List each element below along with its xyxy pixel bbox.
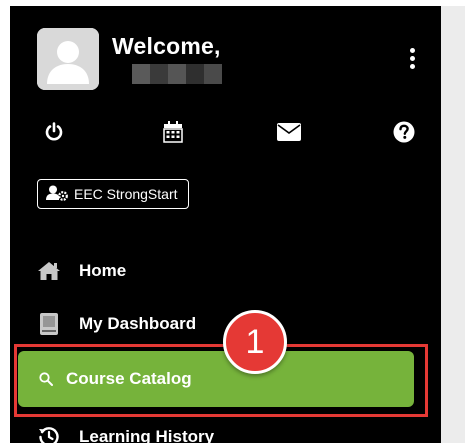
history-icon <box>35 426 63 443</box>
content-edge <box>441 6 465 443</box>
power-icon[interactable] <box>42 120 66 144</box>
nav-item-label: Home <box>79 261 127 280</box>
calendar-icon[interactable] <box>161 120 185 144</box>
kebab-menu-icon[interactable] <box>407 48 417 74</box>
book-icon <box>35 313 63 335</box>
step-number-badge: 1 <box>223 310 287 374</box>
org-badge-label: EEC StrongStart <box>74 186 178 202</box>
welcome-greeting: Welcome, <box>112 33 221 59</box>
redacted-username <box>132 64 222 84</box>
user-silhouette-icon <box>37 28 99 90</box>
highlight-callout-box <box>14 344 428 417</box>
nav-item-label: Learning History <box>79 427 215 443</box>
home-icon <box>35 261 63 281</box>
nav-item-home[interactable]: Home <box>10 251 441 291</box>
nav-item-learning-history[interactable]: Learning History <box>10 417 441 443</box>
help-icon[interactable] <box>392 120 416 144</box>
user-gear-icon <box>46 185 68 204</box>
avatar[interactable] <box>37 28 99 90</box>
mail-icon[interactable] <box>277 120 301 144</box>
screenshot-stage: Welcome, EEC StrongStart Home My Dashboa… <box>0 0 465 443</box>
nav-item-label: My Dashboard <box>79 314 197 333</box>
org-badge[interactable]: EEC StrongStart <box>37 179 189 209</box>
